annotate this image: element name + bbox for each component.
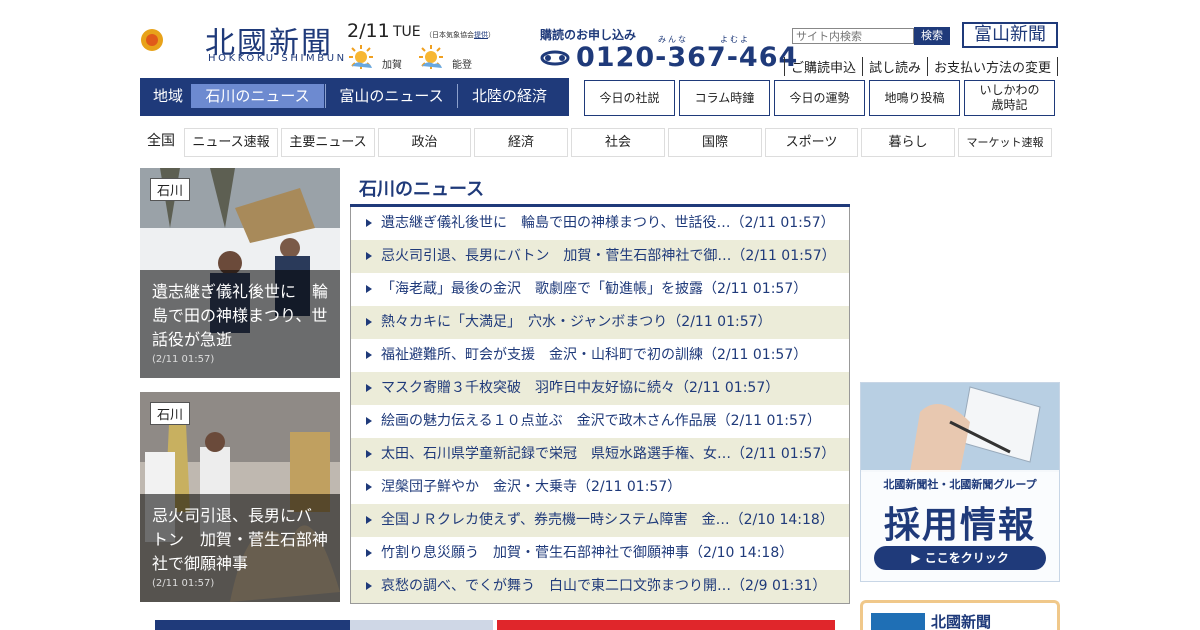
- card-title[interactable]: 遺志継ぎ儀礼後世に 輪島で田の神様まつり、世話役が急逝: [152, 280, 328, 352]
- bottom-ad-left-image: [350, 620, 493, 630]
- weather-credit: （日本気象協会提供）: [425, 31, 495, 39]
- banner-heading: 採用情報: [883, 505, 1036, 546]
- news-section-title: 石川のニュース: [359, 179, 485, 200]
- arrow-right-icon: [366, 483, 372, 491]
- news-item[interactable]: マスク寄贈３千枚突破 羽咋日中友好協に続々（2/11 01:57）: [351, 372, 849, 405]
- category-international[interactable]: 国際: [668, 128, 762, 157]
- seasonal-diary-button[interactable]: いしかわの 歳時記: [964, 80, 1055, 116]
- subscription-links: ご購読申込 試し読み お支払い方法の変更: [784, 57, 1059, 76]
- card-time: (2/11 01:57): [152, 354, 215, 365]
- logo-subtitle: HOKKOKU SHIMBUN: [208, 53, 347, 64]
- card-region-tag: 石川: [150, 402, 191, 425]
- card-region-tag: 石川: [150, 178, 191, 201]
- sun-icon: [349, 45, 373, 69]
- arrow-right-icon: [366, 450, 372, 458]
- news-item[interactable]: 「海老蔵」最後の金沢 歌劇座で「勧進帳」を披露（2/11 01:57）: [351, 273, 849, 306]
- category-living[interactable]: 暮らし: [861, 128, 955, 157]
- arrow-right-icon: [366, 384, 372, 392]
- sun-icon: [419, 45, 443, 69]
- news-section-header: 石川のニュース: [350, 170, 850, 207]
- reader-post-button[interactable]: 地鳴り投稿: [869, 80, 960, 116]
- weather-credit-link[interactable]: 提供: [474, 31, 488, 39]
- photo-card[interactable]: 石川 忌火司引退、長男にバトン 加賀・菅生石部神社で御願神事 (2/11 01:…: [140, 392, 340, 602]
- category-sports[interactable]: スポーツ: [765, 128, 858, 157]
- card-caption: 忌火司引退、長男にバトン 加賀・菅生石部神社で御願神事 (2/11 01:57): [140, 494, 340, 602]
- card-time: (2/11 01:57): [152, 578, 215, 589]
- editorial-button[interactable]: 今日の社説: [584, 80, 675, 116]
- bottom-ad-right[interactable]: [497, 620, 835, 630]
- news-list: 遺志継ぎ儀礼後世に 輪島で田の神様まつり、世話役…（2/11 01:57） 忌火…: [350, 207, 850, 604]
- subscription-label: 購読のお申し込み: [540, 28, 637, 42]
- fortune-button[interactable]: 今日の運勢: [774, 80, 865, 116]
- site-search-input[interactable]: [792, 28, 914, 44]
- category-society[interactable]: 社会: [571, 128, 665, 157]
- news-item[interactable]: 全国ＪＲクレカ使えず、券売機一時システム障害 金…（2/10 14:18）: [351, 504, 849, 537]
- recruitment-banner[interactable]: 北國新聞社・北國新聞グループ 採用情報 ▶ ここをクリック: [860, 382, 1060, 582]
- arrow-right-icon: [366, 318, 372, 326]
- subscribe-link[interactable]: ご購読申込: [784, 57, 862, 76]
- weather-day-of-week: TUE: [393, 24, 421, 40]
- news-item[interactable]: 涅槃団子鮮やか 金沢・大乗寺（2/11 01:57）: [351, 471, 849, 504]
- weather-date: 2/11: [347, 20, 390, 42]
- region-label: 地域: [152, 87, 183, 105]
- category-market[interactable]: マーケット速報: [958, 128, 1052, 157]
- column-jisho-button[interactable]: コラム時鐘: [679, 80, 770, 116]
- tab-hokuriku-economy[interactable]: 北陸の経済: [458, 84, 561, 108]
- weather-location-noto: 能登: [452, 60, 472, 71]
- weather-location-kaga: 加賀: [382, 60, 402, 71]
- news-item[interactable]: 熱々カキに「大満足」 穴水・ジャンボまつり（2/11 01:57）: [351, 306, 849, 339]
- news-item[interactable]: 竹割り息災願う 加賀・菅生石部神社で御願神事（2/10 14:18）: [351, 537, 849, 570]
- region-nav: 地域 石川のニュース 富山のニュース 北陸の経済: [140, 78, 569, 116]
- arrow-right-icon: [366, 417, 372, 425]
- banner-company: 北國新聞社・北國新聞グループ: [883, 478, 1037, 491]
- photo-card[interactable]: 石川 遺志継ぎ儀礼後世に 輪島で田の神様まつり、世話役が急逝 (2/11 01:…: [140, 168, 340, 378]
- hokkoku-logo-icon[interactable]: [140, 16, 198, 64]
- subscription-phone[interactable]: 0120-367-464: [576, 42, 798, 73]
- newspaper-logo-icon: [871, 613, 925, 630]
- toyama-shimbun-link[interactable]: 富山新聞: [962, 22, 1058, 48]
- category-economy[interactable]: 経済: [474, 128, 568, 157]
- category-politics[interactable]: 政治: [378, 128, 471, 157]
- arrow-right-icon: [366, 549, 372, 557]
- card-title[interactable]: 忌火司引退、長男にバトン 加賀・菅生石部神社で御願神事: [152, 504, 328, 576]
- banner-click-button[interactable]: ▶ ここをクリック: [874, 546, 1046, 570]
- search-button[interactable]: 検索: [914, 27, 950, 45]
- arrow-right-icon: [366, 516, 372, 524]
- arrow-right-icon: [366, 252, 372, 260]
- arrow-right-icon: [366, 351, 372, 359]
- card-caption: 遺志継ぎ儀礼後世に 輪島で田の神様まつり、世話役が急逝 (2/11 01:57): [140, 270, 340, 378]
- news-item[interactable]: 絵画の魅力伝える１０点並ぶ 金沢で政木さん作品展（2/11 01:57）: [351, 405, 849, 438]
- arrow-right-icon: [366, 285, 372, 293]
- free-dial-icon: [540, 50, 570, 66]
- trial-read-link[interactable]: 試し読み: [862, 57, 927, 76]
- news-item[interactable]: 福祉避難所、町会が支援 金沢・山科町で初の訓練（2/11 01:57）: [351, 339, 849, 372]
- news-item[interactable]: 太田、石川県学童新記録で栄冠 県短水路選手権、女…（2/11 01:57）: [351, 438, 849, 471]
- category-main-news[interactable]: 主要ニュース: [281, 128, 375, 157]
- arrow-right-icon: [366, 219, 372, 227]
- category-breaking-news[interactable]: ニュース速報: [184, 128, 278, 157]
- hokkoku-app-box[interactable]: 北國新聞: [860, 600, 1060, 630]
- news-item[interactable]: 忌火司引退、長男にバトン 加賀・菅生石部神社で御…（2/11 01:57）: [351, 240, 849, 273]
- tab-ishikawa-news[interactable]: 石川のニュース: [191, 84, 324, 108]
- news-box-title: 北國新聞: [931, 613, 992, 630]
- category-national[interactable]: 全国: [140, 128, 182, 157]
- news-item[interactable]: 遺志継ぎ儀礼後世に 輪島で田の神様まつり、世話役…（2/11 01:57）: [351, 207, 849, 240]
- tab-toyama-news[interactable]: 富山のニュース: [326, 84, 457, 108]
- arrow-right-icon: [366, 582, 372, 590]
- news-item[interactable]: 哀愁の調べ、でくが舞う 白山で東二口文弥まつり開…（2/9 01:31）: [351, 570, 849, 603]
- payment-change-link[interactable]: お支払い方法の変更: [927, 57, 1059, 76]
